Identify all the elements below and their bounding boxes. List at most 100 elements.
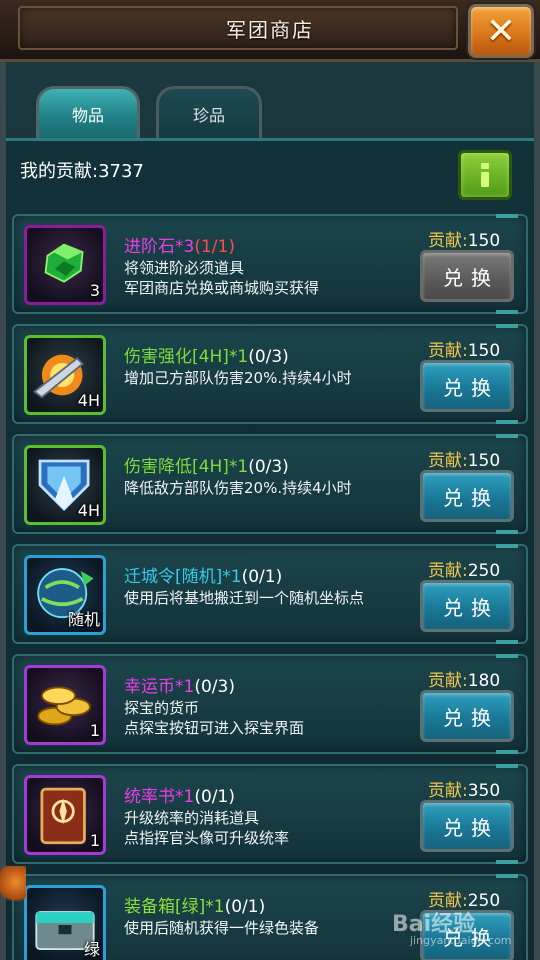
item-cost: 贡献:150 <box>428 446 500 471</box>
shop-item-card: 3 进阶石*3(1/1) 将领进阶必须道具 军团商店兑换或商城购买获得 贡献:1… <box>12 214 528 314</box>
exchange-button[interactable]: 兑换 <box>420 800 514 852</box>
globe-relocate-icon[interactable]: 随机 <box>24 555 106 635</box>
tab-items[interactable]: 物品 <box>36 86 140 138</box>
item-name: 伤害降低[4H]*1(0/3) <box>124 452 289 477</box>
cost-value: 250 <box>467 561 501 581</box>
item-cost: 贡献:150 <box>428 226 500 251</box>
item-limit: (0/1) <box>241 567 283 587</box>
equipment-chest-icon[interactable]: 绿 <box>24 885 106 960</box>
item-name: 伤害强化[4H]*1(0/3) <box>124 342 289 367</box>
item-name: 进阶石*3(1/1) <box>124 232 235 257</box>
card-accent <box>496 324 518 328</box>
item-title: 伤害降低[4H]*1 <box>124 457 249 477</box>
item-description: 探宝的货币 点探宝按钮可进入探宝界面 <box>124 698 304 738</box>
tab-treasures[interactable]: 珍品 <box>156 86 262 138</box>
item-desc-line: 军团商店兑换或商城购买获得 <box>124 279 320 297</box>
cost-value: 150 <box>467 341 501 361</box>
item-cost: 贡献:250 <box>428 556 500 581</box>
item-quantity-badge: 4H <box>77 501 100 520</box>
info-button[interactable] <box>458 150 512 200</box>
item-name: 迁城令[随机]*1(0/1) <box>124 562 282 587</box>
cost-label: 贡献: <box>428 341 468 361</box>
shop-item-card: 随机 迁城令[随机]*1(0/1) 使用后将基地搬迁到一个随机坐标点 贡献:25… <box>12 544 528 644</box>
cost-label: 贡献: <box>428 451 468 471</box>
item-title: 进阶石*3 <box>124 237 195 257</box>
item-title: 装备箱[绿]*1 <box>124 897 225 917</box>
close-icon: ✕ <box>485 10 517 52</box>
exchange-button[interactable]: 兑换 <box>420 580 514 632</box>
item-desc-line: 探宝的货币 <box>124 699 200 717</box>
item-limit: (0/1) <box>224 897 266 917</box>
item-quantity-badge: 4H <box>77 391 100 410</box>
item-cost: 贡献:350 <box>428 776 500 801</box>
card-accent <box>496 434 518 438</box>
item-name: 幸运币*1(0/3) <box>124 672 235 697</box>
item-title: 迁城令[随机]*1 <box>124 567 242 587</box>
item-description: 升级统率的消耗道具 点指挥官头像可升级统率 <box>124 808 289 848</box>
item-name: 统率书*1(0/1) <box>124 782 235 807</box>
item-desc-line: 使用后将基地搬迁到一个随机坐标点 <box>124 589 365 607</box>
info-icon <box>481 163 489 187</box>
item-quantity-badge: 绿 <box>83 940 100 959</box>
item-description: 增加己方部队伤害20%.持续4小时 <box>124 368 352 388</box>
shop-item-card: 1 幸运币*1(0/3) 探宝的货币 点探宝按钮可进入探宝界面 贡献:180 兑… <box>12 654 528 754</box>
item-limit: (0/3) <box>194 677 235 697</box>
tab-label: 物品 <box>71 105 104 125</box>
item-cost: 贡献:180 <box>428 666 500 691</box>
card-accent <box>496 750 518 754</box>
item-desc-line: 点指挥官头像可升级统率 <box>124 829 290 847</box>
item-title: 统率书*1 <box>124 787 195 807</box>
my-contribution: 我的贡献:3737 <box>20 161 144 182</box>
item-description: 将领进阶必须道具 军团商店兑换或商城购买获得 <box>124 258 319 298</box>
card-accent <box>496 874 518 878</box>
item-name: 装备箱[绿]*1(0/1) <box>124 892 265 917</box>
item-description: 使用后随机获得一件绿色装备 <box>124 918 319 938</box>
exchange-button[interactable]: 兑换 <box>420 250 514 302</box>
item-desc-line: 升级统率的消耗道具 <box>124 809 260 827</box>
exchange-button[interactable]: 兑换 <box>420 360 514 412</box>
exchange-button[interactable]: 兑换 <box>420 470 514 522</box>
cost-label: 贡献: <box>428 781 468 801</box>
cost-label: 贡献: <box>428 671 468 691</box>
item-quantity-badge: 1 <box>89 831 100 850</box>
cost-value: 180 <box>467 671 501 691</box>
shop-item-card: 1 统率书*1(0/1) 升级统率的消耗道具 点指挥官头像可升级统率 贡献:35… <box>12 764 528 864</box>
green-gem-icon[interactable]: 3 <box>24 225 106 305</box>
close-button[interactable]: ✕ <box>468 4 534 58</box>
item-description: 降低敌方部队伤害20%.持续4小时 <box>124 478 352 498</box>
item-cost: 贡献:150 <box>428 336 500 361</box>
card-accent <box>496 654 518 658</box>
item-limit: (0/1) <box>194 787 235 807</box>
card-accent <box>496 310 518 314</box>
tab-label: 珍品 <box>192 105 225 125</box>
item-quantity-badge: 3 <box>89 281 100 300</box>
cost-label: 贡献: <box>428 231 468 251</box>
shop-item-card: 4H 伤害强化[4H]*1(0/3) 增加己方部队伤害20%.持续4小时 贡献:… <box>12 324 528 424</box>
item-quantity-badge: 1 <box>89 721 100 740</box>
card-accent <box>496 764 518 768</box>
item-description: 使用后将基地搬迁到一个随机坐标点 <box>124 588 364 608</box>
watermark-url: jingyan.baidu.com <box>410 934 512 947</box>
item-limit: (1/1) <box>194 237 235 257</box>
card-accent <box>496 420 518 424</box>
shield-icon[interactable]: 4H <box>24 445 106 525</box>
item-title: 幸运币*1 <box>124 677 195 697</box>
card-accent <box>496 544 518 548</box>
item-limit: (0/3) <box>248 347 289 367</box>
cost-value: 150 <box>467 231 501 251</box>
item-quantity-badge: 随机 <box>67 610 100 629</box>
mascot-icon[interactable] <box>0 866 26 906</box>
item-desc-line: 降低敌方部队伤害20%.持续4小时 <box>124 479 352 497</box>
command-book-icon[interactable]: 1 <box>24 775 106 855</box>
card-accent <box>496 640 518 644</box>
item-desc-line: 点探宝按钮可进入探宝界面 <box>124 719 305 737</box>
missile-explosion-icon[interactable]: 4H <box>24 335 106 415</box>
cost-value: 350 <box>467 781 501 801</box>
item-desc-line: 将领进阶必须道具 <box>124 259 245 277</box>
gold-coins-icon[interactable]: 1 <box>24 665 106 745</box>
exchange-button[interactable]: 兑换 <box>420 690 514 742</box>
cost-label: 贡献: <box>428 561 468 581</box>
page-title: 军团商店 <box>226 18 314 42</box>
card-accent <box>496 530 518 534</box>
cost-value: 150 <box>467 451 501 471</box>
